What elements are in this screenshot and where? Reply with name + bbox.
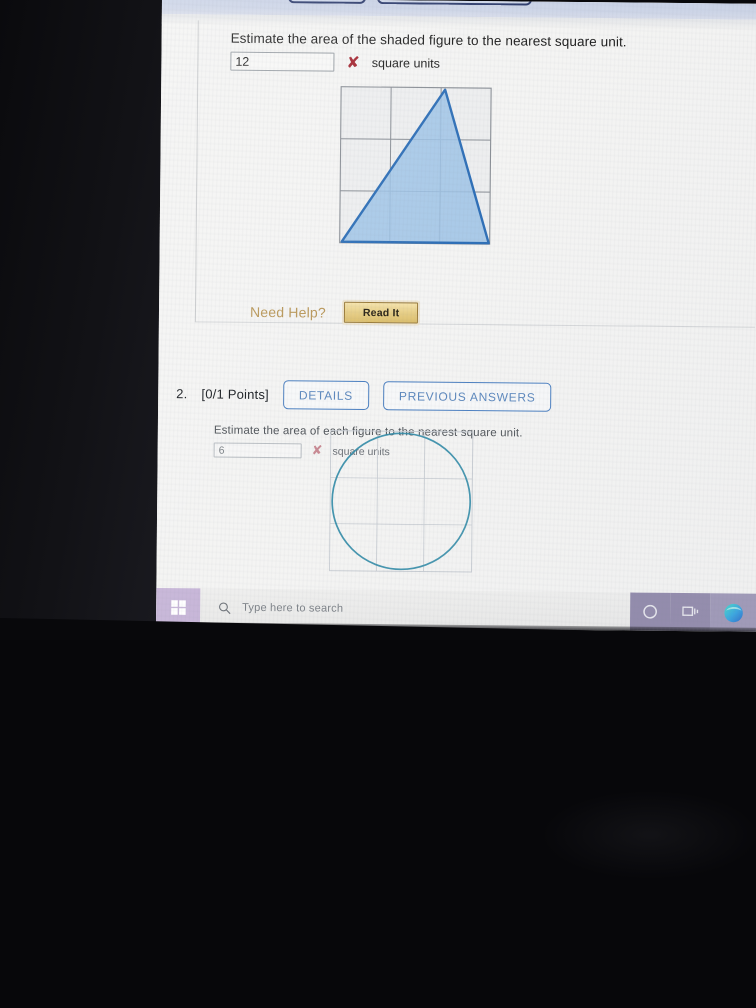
cortana-button[interactable] <box>629 592 671 631</box>
shaded-triangle-figure-svg <box>339 86 492 245</box>
incorrect-x-icon: ✘ <box>346 52 360 72</box>
question-1-card: Estimate the area of the shaded figure t… <box>194 20 756 328</box>
cutoff-button-right[interactable] <box>376 0 533 6</box>
monitor-photo: Estimate the area of the shaded figure t… <box>0 0 756 1008</box>
question-2-points: [0/1 Points] <box>201 386 269 403</box>
question-1-figure <box>339 86 493 245</box>
cortana-circle-icon <box>643 604 657 619</box>
cutoff-button-left[interactable] <box>287 0 367 4</box>
question-1-unit-label: square units <box>371 55 440 71</box>
question-2-answer-input[interactable] <box>213 442 302 459</box>
question-1-answer-input[interactable] <box>230 51 335 72</box>
room-dark-area <box>0 640 756 1008</box>
details-button[interactable]: DETAILS <box>282 380 370 411</box>
need-help-label: Need Help? <box>249 303 327 321</box>
question-1-answer-row: ✘ square units <box>230 51 440 73</box>
question-2-body: Estimate the area of each figure to the … <box>213 425 634 573</box>
incorrect-x-icon-2: ✘ <box>311 443 323 459</box>
monitor-screen: Estimate the area of the shaded figure t… <box>155 0 756 632</box>
need-help-row: Need Help? Read It <box>250 301 419 324</box>
task-view-button[interactable] <box>669 592 711 632</box>
assignment-page: Estimate the area of the shaded figure t… <box>155 0 756 632</box>
question-1-prompt: Estimate the area of the shaded figure t… <box>230 30 627 50</box>
question-2-number: 2. <box>176 386 188 402</box>
edge-browser-icon <box>723 603 743 622</box>
windows-logo-icon <box>170 599 186 615</box>
question-2-figure <box>329 430 474 573</box>
taskbar-search-placeholder: Type here to search <box>242 601 344 615</box>
read-it-button[interactable]: Read It <box>343 301 419 324</box>
search-icon <box>219 601 231 614</box>
bezel-left <box>0 0 166 640</box>
circle-on-grid-figure-svg <box>329 430 474 573</box>
task-view-icon <box>681 606 698 616</box>
edge-browser-button[interactable] <box>709 593 756 632</box>
previous-answers-button[interactable]: PREVIOUS ANSWERS <box>382 381 552 412</box>
question-2-header: 2. [0/1 Points] DETAILS PREVIOUS ANSWERS <box>176 379 552 412</box>
